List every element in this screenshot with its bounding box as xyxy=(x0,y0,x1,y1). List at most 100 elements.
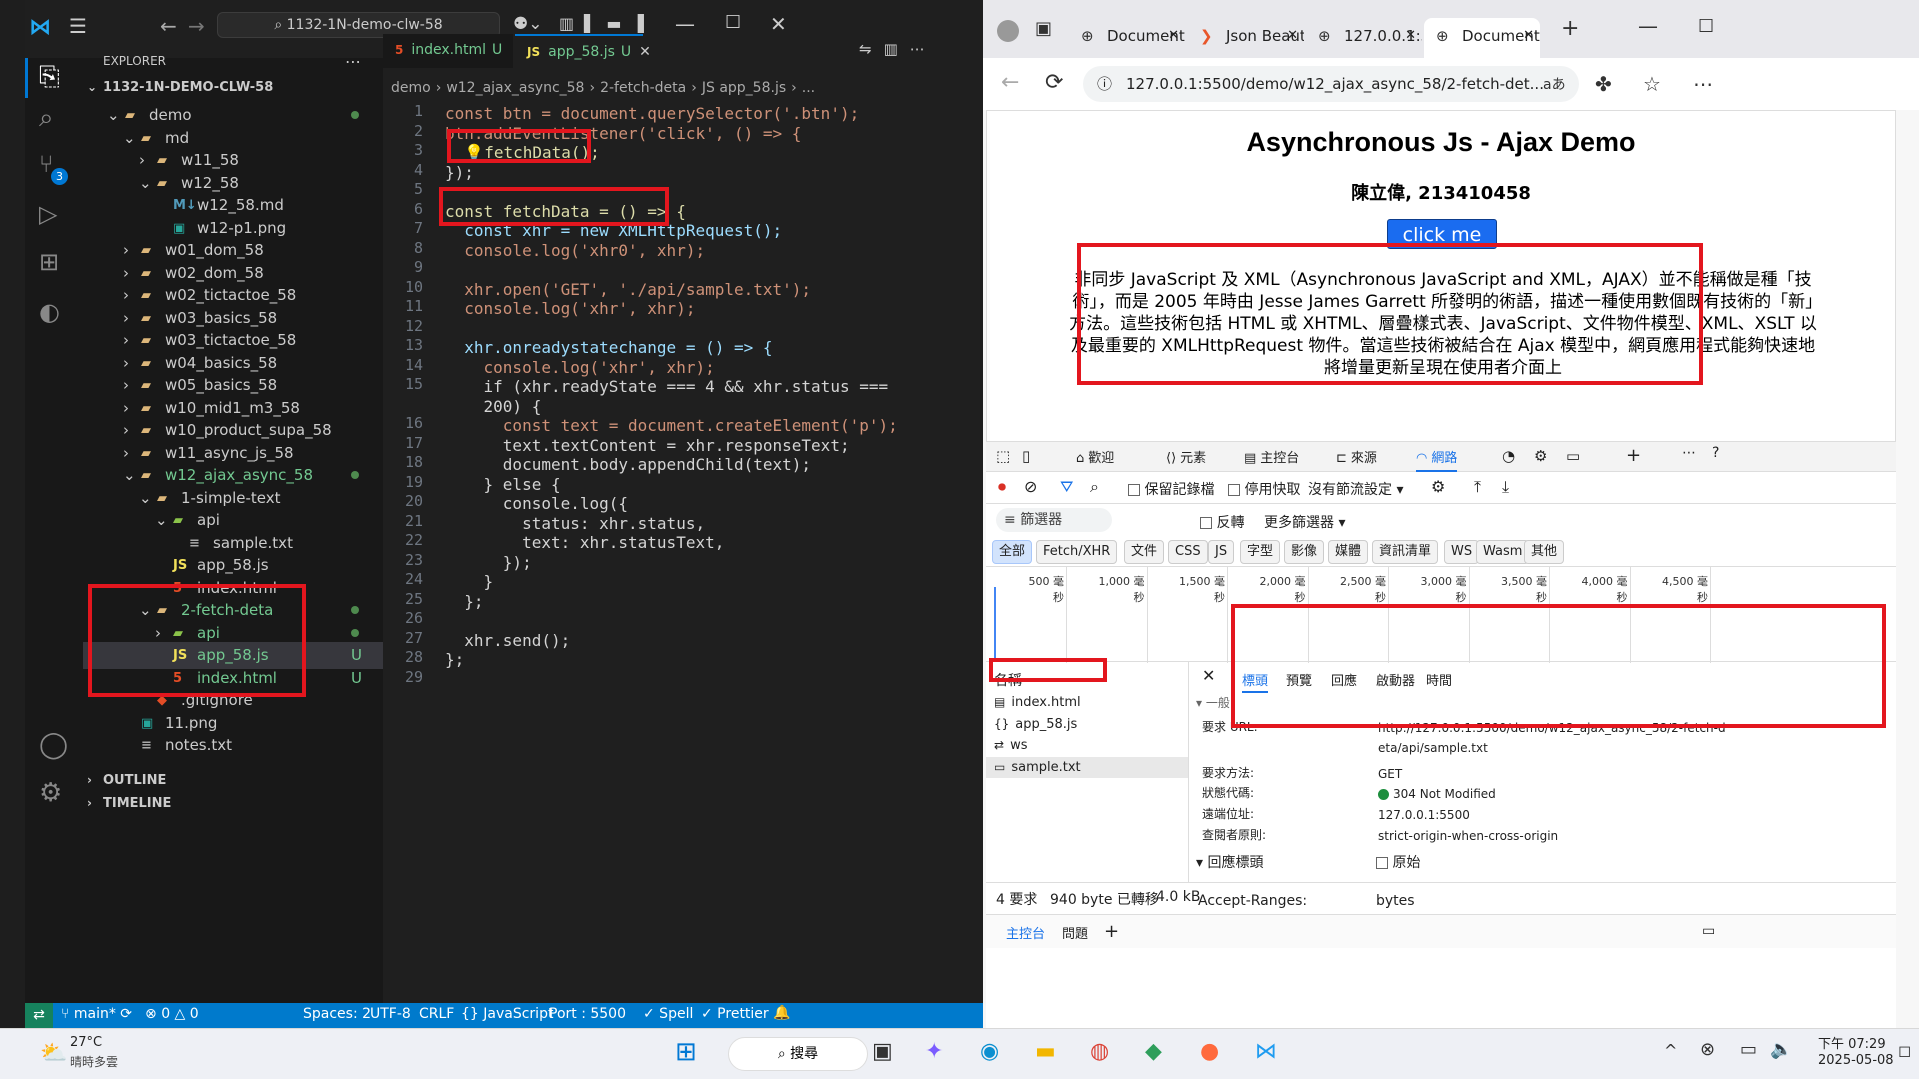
type-filter-chip[interactable]: Wasm xyxy=(1476,540,1530,564)
code-line[interactable]: }); xyxy=(445,161,474,185)
filter-icon[interactable]: ⛛ xyxy=(1060,477,1073,497)
preserve-log-checkbox[interactable]: 保留記錄檔 xyxy=(1128,479,1214,499)
info-icon[interactable]: ⓘ xyxy=(1097,75,1112,93)
account-icon[interactable]: ◯ xyxy=(39,730,68,760)
type-filter-chip[interactable]: 資訊清單 xyxy=(1372,540,1439,564)
editor-tab[interactable]: JS app_58.js U ✕ xyxy=(515,34,651,68)
network-conditions-icon[interactable]: ⚙ xyxy=(1431,477,1445,496)
encoding-indicator[interactable]: UTF-8 xyxy=(370,1006,411,1022)
edge-app-icon[interactable]: ◉ xyxy=(980,1039,999,1064)
gemini-app-icon[interactable]: ◆ xyxy=(1145,1039,1162,1064)
detail-tab[interactable]: 時間 xyxy=(1426,670,1452,689)
nav-back-icon[interactable]: ← xyxy=(160,14,177,38)
export-icon[interactable]: ⤓ xyxy=(1502,477,1509,497)
language-indicator[interactable]: {} JavaScript xyxy=(461,1006,553,1022)
volume-icon[interactable]: 🔈 xyxy=(1770,1039,1792,1060)
network-tray-icon[interactable]: ▭ xyxy=(1740,1039,1757,1060)
files-icon[interactable]: ⎘ xyxy=(39,62,60,93)
response-headers-section[interactable]: ▾ 回應標頭 xyxy=(1196,852,1263,872)
git-branch[interactable]: ⑂ main* ⟳ xyxy=(61,1006,132,1022)
favorites-icon[interactable]: ☆ xyxy=(1643,72,1661,96)
type-filter-chip[interactable]: Fetch/XHR xyxy=(1036,540,1118,564)
more-filters-dropdown[interactable]: 更多篩選器 ▾ xyxy=(1264,512,1345,532)
chrome-app-icon[interactable]: ◍ xyxy=(1090,1039,1109,1064)
click-me-button[interactable]: click me xyxy=(1387,219,1497,249)
browser-maximize-icon[interactable]: ☐ xyxy=(1698,16,1714,37)
clock-time[interactable]: 下午 07:29 xyxy=(1818,1033,1886,1052)
tree-item[interactable]: ≡ notes.txt xyxy=(83,732,383,759)
import-icon[interactable]: ⤒ xyxy=(1474,477,1481,497)
code-line[interactable]: }; xyxy=(445,648,464,672)
devtools-more-icon[interactable]: ⋯ xyxy=(1682,445,1696,461)
code-line[interactable]: console.log('xhr0', xhr); xyxy=(445,239,705,263)
drawer-add-icon[interactable]: + xyxy=(1104,921,1119,942)
editor-actions[interactable]: ⇋▥⋯ xyxy=(859,40,937,58)
devtools-tab[interactable]: ▤ 主控台 xyxy=(1244,447,1299,466)
project-root[interactable]: ⌄ 1132-1N-DEMO-CLW-58 xyxy=(87,80,273,95)
devtools-tab[interactable]: ◠ 網路 xyxy=(1416,447,1458,472)
performance-icon[interactable]: ◔ xyxy=(1502,447,1515,465)
run-debug-icon[interactable]: ▷ xyxy=(39,200,57,228)
type-filter-chip[interactable]: 影像 xyxy=(1284,540,1325,564)
profile-avatar[interactable] xyxy=(997,20,1019,42)
back-icon[interactable]: ← xyxy=(1001,70,1019,95)
general-section-header[interactable]: ▾ 一般 xyxy=(1196,694,1230,711)
detail-tab[interactable]: 標頭 xyxy=(1242,670,1269,693)
tray-chevron-icon[interactable]: ^ xyxy=(1664,1041,1677,1060)
dock-side-icon[interactable]: ▭ xyxy=(1702,923,1715,939)
breadcrumb-item[interactable]: JS app_58.js xyxy=(702,80,786,96)
inspect-icon[interactable]: ⬚ xyxy=(996,447,1010,465)
type-filter-chip[interactable]: 字型 xyxy=(1240,540,1281,564)
type-filter-chip[interactable]: 媒體 xyxy=(1328,540,1369,564)
filter-input[interactable]: ≡ 篩選器 xyxy=(996,508,1112,532)
copilot-icon[interactable]: ⚉⌄ xyxy=(513,14,542,34)
breadcrumb-item[interactable]: 2-fetch-deta xyxy=(600,80,686,96)
browser-tab[interactable]: ⊕ Document ✕ xyxy=(1424,18,1540,58)
file-explorer-icon[interactable]: ▬ xyxy=(1035,1039,1056,1064)
memory-icon[interactable]: ⚙ xyxy=(1534,447,1547,465)
extensions-puzzle-icon[interactable]: ✤ xyxy=(1595,72,1612,96)
weather-icon[interactable]: ⛅ xyxy=(40,1041,67,1066)
explorer-more-icon[interactable]: ⋯ xyxy=(345,52,361,71)
type-filter-chip[interactable]: CSS xyxy=(1168,540,1208,564)
invert-checkbox[interactable]: 反轉 xyxy=(1200,512,1244,532)
prettier-indicator[interactable]: ✓ Prettier xyxy=(701,1006,769,1022)
breadcrumb-item[interactable]: demo xyxy=(391,80,431,96)
eol-indicator[interactable]: CRLF xyxy=(419,1006,454,1022)
task-view-icon[interactable]: ▣ xyxy=(872,1039,893,1064)
extensions-icon[interactable]: ⊞ xyxy=(39,248,59,276)
disable-cache-checkbox[interactable]: 停用快取 xyxy=(1228,479,1300,499)
detail-tab[interactable]: 預覽 xyxy=(1286,670,1312,689)
close-tab-icon[interactable]: ✕ xyxy=(639,44,651,60)
close-details-icon[interactable]: ✕ xyxy=(1202,666,1215,685)
breadcrumb-item[interactable]: ... xyxy=(802,80,815,96)
address-bar[interactable]: ⓘ 127.0.0.1:5500/demo/w12_ajax_async_58/2… xyxy=(1083,66,1579,102)
browser-tab[interactable]: ❯ Json Beaut ✕ xyxy=(1188,18,1304,58)
detail-tab[interactable]: 啟動器 xyxy=(1376,670,1415,689)
vscode-app-icon[interactable]: ⋈ xyxy=(1255,1039,1277,1064)
throttle-select[interactable]: 沒有節流設定 ▾ xyxy=(1308,479,1403,499)
detail-tab[interactable]: 回應 xyxy=(1331,670,1357,689)
close-tab-icon[interactable]: ✕ xyxy=(1168,18,1179,54)
explorer-icon[interactable] xyxy=(25,58,28,98)
taskbar-search[interactable]: ⌕ 搜尋 xyxy=(728,1037,868,1071)
type-filter-chip[interactable]: 其他 xyxy=(1524,540,1565,564)
spaces-indicator[interactable]: Spaces: 2 xyxy=(303,1006,371,1022)
browser-tab[interactable]: ⊕ 127.0.0.1:5 ✕ xyxy=(1306,18,1422,58)
devtools-tab[interactable]: ⌂ 歡迎 xyxy=(1076,447,1114,466)
start-icon[interactable]: ⊞ xyxy=(675,1037,697,1067)
settings-gear-icon[interactable]: ⚙ xyxy=(39,778,62,808)
breadcrumb-item[interactable]: w12_ajax_async_58 xyxy=(446,80,584,96)
remote-icon[interactable]: ◐ xyxy=(39,298,60,326)
app-icon[interactable]: ● xyxy=(1200,1039,1219,1064)
device-toolbar-icon[interactable]: ▯ xyxy=(1022,447,1030,465)
minimize-icon[interactable]: — xyxy=(675,12,695,36)
drawer-tab[interactable]: 主控台 xyxy=(1006,923,1045,942)
tab-actions-icon[interactable]: ▣ xyxy=(1035,18,1052,39)
help-icon[interactable]: ? xyxy=(1712,445,1719,461)
type-filter-chip[interactable]: 文件 xyxy=(1124,540,1165,564)
bell-icon[interactable]: 🔔 xyxy=(773,1005,790,1021)
editor-tab[interactable]: 5 index.html U xyxy=(383,34,513,68)
search-network-icon[interactable]: ⌕ xyxy=(1090,477,1099,497)
reload-icon[interactable]: ⟳ xyxy=(1045,70,1063,95)
